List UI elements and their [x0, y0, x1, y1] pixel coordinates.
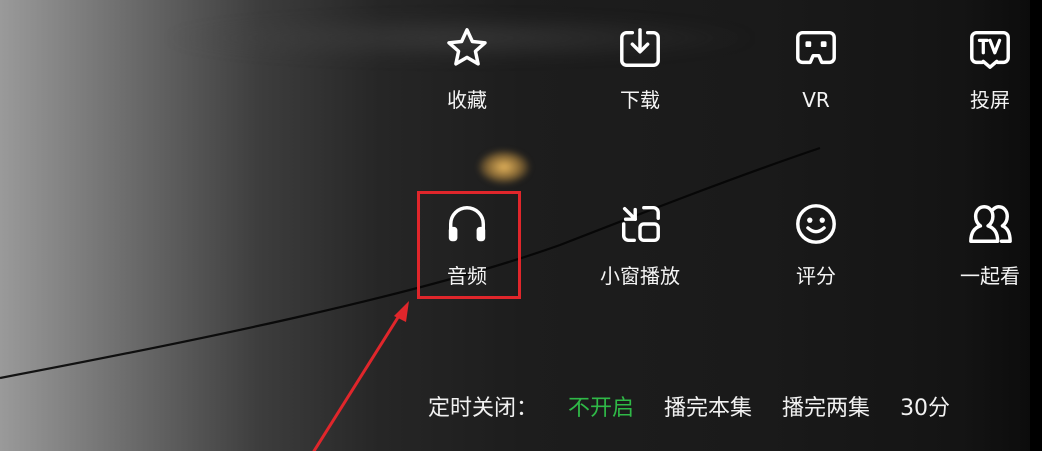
timer-option-off[interactable]: 不开启: [568, 394, 634, 424]
sleep-timer-row: 定时关闭： 不开启 播完本集 播完两集 30分: [428, 394, 950, 424]
sleep-timer-label: 定时关闭：: [428, 396, 539, 421]
timer-option-end-of-episode[interactable]: 播完本集: [664, 394, 752, 424]
timer-option-two-episodes[interactable]: 播完两集: [782, 394, 870, 424]
timer-option-30-minutes[interactable]: 30分: [900, 394, 950, 424]
annotation-arrow: [312, 301, 409, 451]
